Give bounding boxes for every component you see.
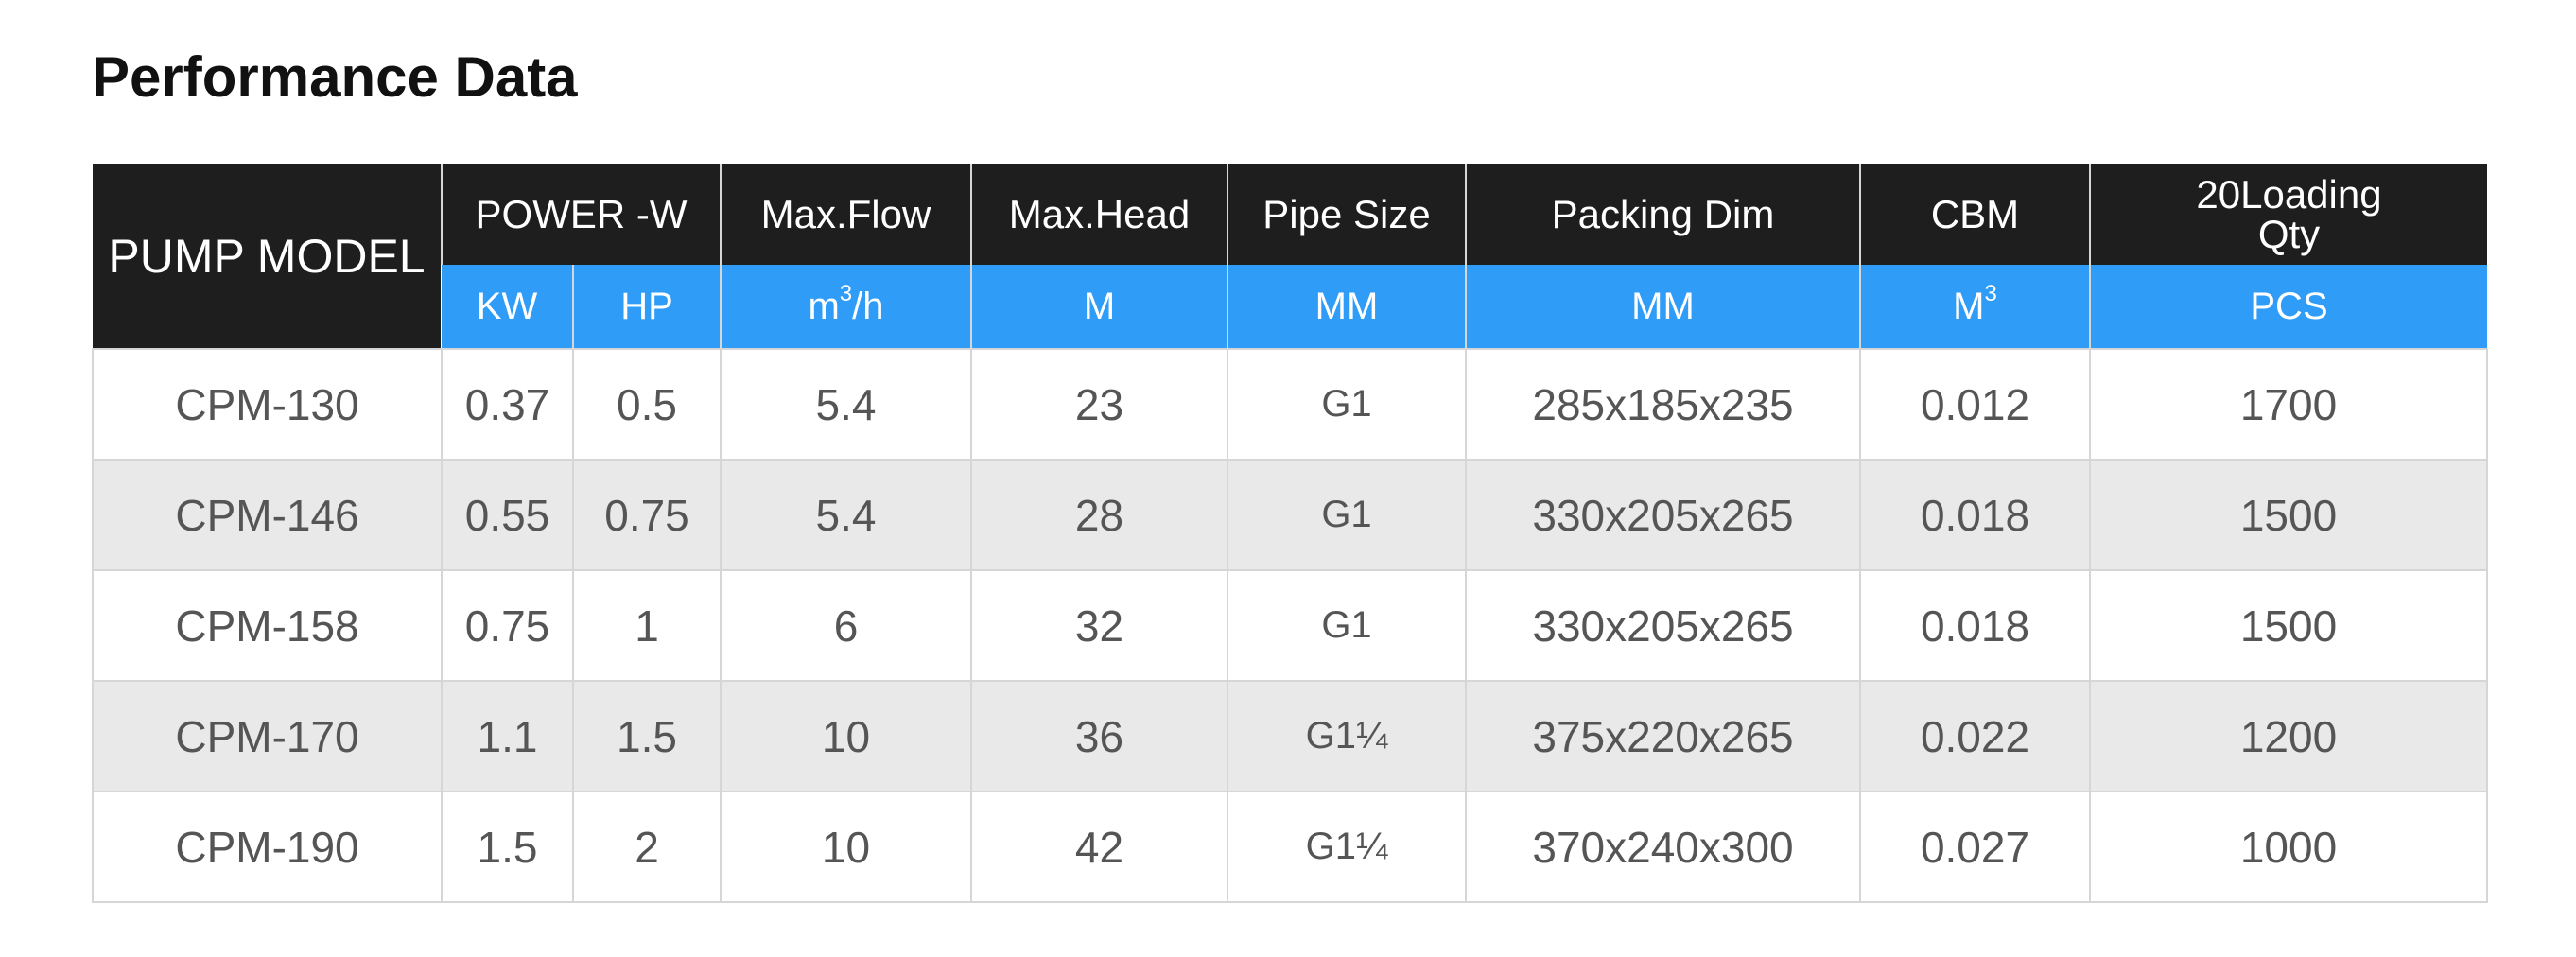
unit-flow-base: m: [808, 285, 840, 327]
page-title: Performance Data: [92, 45, 578, 109]
header-row: PUMP MODEL POWER -W Max.Flow Max.Head Pi…: [93, 164, 2487, 349]
unit-row: KW HP m3/h M MM MM M3 PCS: [93, 265, 2487, 349]
cell-hp: 2: [572, 791, 722, 903]
cell-model: CPM-170: [92, 680, 443, 792]
cell-cbm: 0.022: [1859, 680, 2091, 792]
cell-packing: 370x240x300: [1465, 791, 1861, 903]
header-loading-qty-line1: 20Loading: [2196, 171, 2382, 217]
cell-packing: 330x205x265: [1465, 459, 1861, 571]
unit-cbm-sup: 3: [1984, 280, 1997, 306]
cell-hp: 1.5: [572, 680, 722, 792]
unit-head: M: [970, 265, 1227, 349]
unit-cbm-base: M: [1953, 285, 1985, 327]
header-max-flow: Max.Flow: [720, 164, 971, 265]
cell-pipe: G1: [1227, 348, 1467, 461]
cell-hp: 0.75: [572, 459, 722, 571]
cell-cbm: 0.018: [1859, 459, 2091, 571]
cell-model: CPM-190: [92, 791, 443, 903]
cell-packing: 330x205x265: [1465, 569, 1861, 682]
table-row: CPM-130 0.37 0.5 5.4 23 G1 285x185x235 0…: [92, 348, 2488, 461]
cell-cbm: 0.018: [1859, 569, 2091, 682]
cell-pipe: G1: [1227, 459, 1467, 571]
header-loading-qty-line2: Qty: [2257, 211, 2321, 256]
cell-pipe: G1: [1227, 569, 1467, 682]
unit-flow-tail: /h: [852, 285, 884, 327]
table-row: CPM-158 0.75 1 6 32 G1 330x205x265 0.018…: [92, 569, 2488, 682]
cell-flow: 10: [720, 680, 972, 792]
cell-flow: 5.4: [720, 348, 972, 461]
cell-packing: 285x185x235: [1465, 348, 1861, 461]
cell-model: CPM-146: [92, 459, 443, 571]
unit-flow: m3/h: [720, 265, 971, 349]
unit-hp: HP: [572, 265, 721, 349]
table-row: CPM-146 0.55 0.75 5.4 28 G1 330x205x265 …: [92, 459, 2488, 571]
unit-kw: KW: [442, 265, 573, 349]
cell-head: 36: [970, 680, 1228, 792]
cell-head: 28: [970, 459, 1228, 571]
unit-packing: MM: [1465, 265, 1860, 349]
header-max-head: Max.Head: [970, 164, 1227, 265]
cell-kw: 0.75: [441, 569, 574, 682]
table-row: CPM-190 1.5 2 10 42 G1¼ 370x240x300 0.02…: [92, 791, 2488, 903]
cell-pipe: G1¼: [1227, 791, 1467, 903]
cell-hp: 1: [572, 569, 722, 682]
header-cbm: CBM: [1859, 164, 2090, 265]
cell-kw: 0.37: [441, 348, 574, 461]
cell-flow: 10: [720, 791, 972, 903]
cell-head: 42: [970, 791, 1228, 903]
cell-qty: 1700: [2089, 348, 2488, 461]
cell-cbm: 0.012: [1859, 348, 2091, 461]
cell-hp: 0.5: [572, 348, 722, 461]
cell-kw: 0.55: [441, 459, 574, 571]
cell-pipe: G1¼: [1227, 680, 1467, 792]
cell-cbm: 0.027: [1859, 791, 2091, 903]
cell-model: CPM-158: [92, 569, 443, 682]
unit-flow-sup: 3: [839, 280, 853, 306]
cell-packing: 375x220x265: [1465, 680, 1861, 792]
header-pump-model: PUMP MODEL: [93, 164, 442, 349]
cell-model: CPM-130: [92, 348, 443, 461]
cell-flow: 6: [720, 569, 972, 682]
cell-head: 23: [970, 348, 1228, 461]
header-pipe-size: Pipe Size: [1227, 164, 1466, 265]
unit-qty: PCS: [2089, 265, 2487, 349]
cell-qty: 1200: [2089, 680, 2488, 792]
header-packing-dim: Packing Dim: [1465, 164, 1860, 265]
unit-cbm: M3: [1859, 265, 2090, 349]
cell-head: 32: [970, 569, 1228, 682]
cell-flow: 5.4: [720, 459, 972, 571]
cell-kw: 1.5: [441, 791, 574, 903]
performance-table: PUMP MODEL POWER -W Max.Flow Max.Head Pi…: [92, 164, 2488, 903]
cell-qty: 1000: [2089, 791, 2488, 903]
table-row: CPM-170 1.1 1.5 10 36 G1¼ 375x220x265 0.…: [92, 680, 2488, 792]
header-loading-qty: 20Loading Qty: [2089, 164, 2487, 265]
cell-qty: 1500: [2089, 569, 2488, 682]
unit-pipe: MM: [1227, 265, 1466, 349]
cell-kw: 1.1: [441, 680, 574, 792]
header-power: POWER -W: [441, 164, 721, 265]
cell-qty: 1500: [2089, 459, 2488, 571]
